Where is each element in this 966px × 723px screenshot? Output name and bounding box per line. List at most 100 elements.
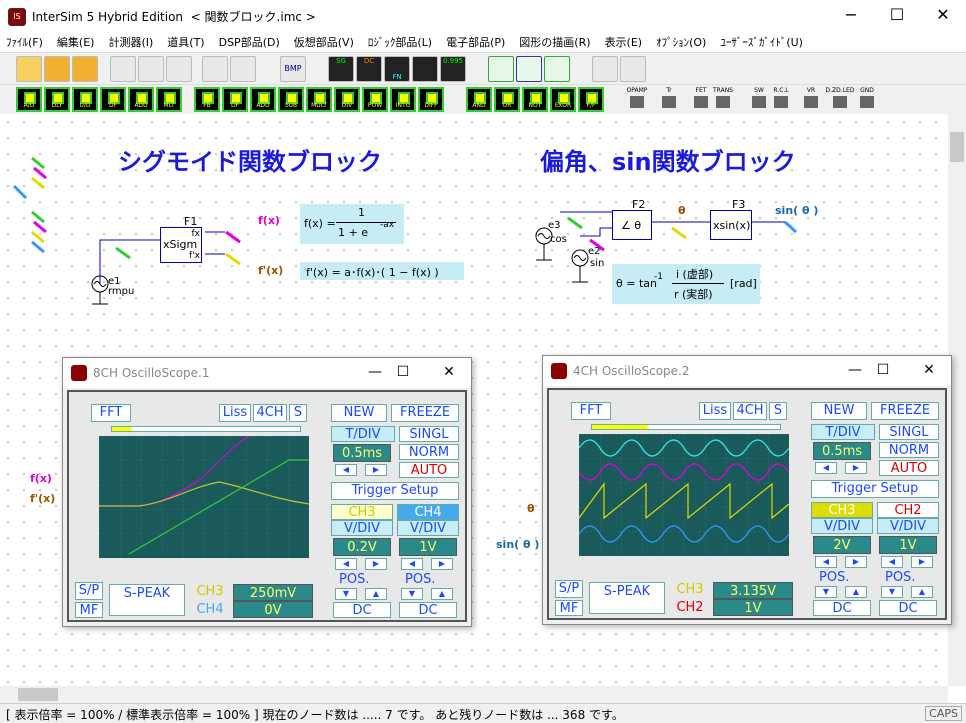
osc2-new-button[interactable]: NEW	[811, 402, 867, 420]
new-file-icon[interactable]	[16, 56, 42, 82]
osc1-maximize-button[interactable]: ☐	[391, 364, 415, 380]
osc2-time-slider[interactable]	[591, 424, 781, 430]
counter-icon[interactable]: 0.995	[440, 56, 466, 82]
ad-block-button[interactable]: A/D	[16, 87, 42, 112]
osc1-tdiv-left-arrow-icon[interactable]: ◀	[335, 464, 357, 476]
sin-block[interactable]: xsin(x)	[710, 210, 752, 240]
cut-icon[interactable]	[110, 56, 136, 82]
menu-edit[interactable]: 編集(E)	[57, 34, 95, 50]
pencil-icon[interactable]	[544, 56, 570, 82]
mlt-block-button[interactable]: MLT	[156, 87, 182, 112]
osc1-auto-button[interactable]: AUTO	[399, 462, 459, 478]
osc1-4ch-button[interactable]: 4CH	[253, 404, 287, 422]
maximize-button[interactable]: ☐	[874, 0, 920, 32]
osc1-trigger-setup-button[interactable]: Trigger Setup	[331, 482, 459, 500]
menu-tools[interactable]: 道具(T)	[167, 34, 204, 50]
df2-block-button[interactable]: DF	[222, 87, 248, 112]
menu-guide[interactable]: ﾕｰｻﾞｰｽﾞｶﾞｲﾄﾞ(U)	[720, 34, 803, 50]
osc2-pos-b-up-arrow-icon[interactable]: ▲	[911, 586, 933, 598]
opamp-button[interactable]: OPAMP	[622, 87, 652, 113]
function-generator-icon[interactable]: FN	[384, 56, 410, 82]
oscilloscope-8ch-window[interactable]: 8CH OscilloScope.1 — ☐ ✕ FFT Liss 4CH S …	[62, 357, 472, 627]
intg-block-button[interactable]: INTG	[390, 87, 416, 112]
osc1-norm-button[interactable]: NORM	[399, 444, 459, 460]
menu-electronic[interactable]: 電子部品(P)	[446, 34, 505, 50]
osc2-tdiv-right-arrow-icon[interactable]: ▶	[845, 462, 867, 474]
menu-draw[interactable]: 図形の描画(R)	[519, 34, 590, 50]
osc1-minimize-button[interactable]: —	[363, 364, 387, 380]
osc1-vdiv-b-right-arrow-icon[interactable]: ▶	[431, 558, 453, 570]
osc1-liss-button[interactable]: Liss	[219, 404, 251, 422]
osc2-vdiv-a-right-arrow-icon[interactable]: ▶	[845, 556, 867, 568]
menu-dsp[interactable]: DSP部品(D)	[219, 34, 280, 50]
osc1-speak-button[interactable]: S-PEAK	[109, 584, 185, 616]
sub-block-button[interactable]: SUB	[278, 87, 304, 112]
osc1-pos-b-down-arrow-icon[interactable]: ▼	[401, 588, 423, 600]
osc1-tdiv-right-arrow-icon[interactable]: ▶	[365, 464, 387, 476]
osc1-pos-a-up-arrow-icon[interactable]: ▲	[365, 588, 387, 600]
osc1-fft-button[interactable]: FFT	[91, 404, 131, 422]
transformer-button[interactable]: TRANS	[708, 87, 738, 113]
copy-icon[interactable]	[138, 56, 164, 82]
flipflop-button[interactable]: F/F	[578, 87, 604, 112]
zoom-icon[interactable]	[620, 56, 646, 82]
oscilloscope-icon[interactable]	[412, 56, 438, 82]
pow-block-button[interactable]: POW	[362, 87, 388, 112]
osc2-cha-button[interactable]: CH3	[811, 502, 873, 518]
transistor-button[interactable]: Tr	[654, 87, 684, 113]
osc1-pos-b-up-arrow-icon[interactable]: ▲	[431, 588, 453, 600]
osc2-pos-a-up-arrow-icon[interactable]: ▲	[845, 586, 867, 598]
osc1-cha-button[interactable]: CH3	[331, 504, 393, 520]
osc1-sp-button[interactable]: S/P	[75, 582, 103, 600]
osc1-new-button[interactable]: NEW	[331, 404, 387, 422]
oscilloscope-4ch-window[interactable]: 4CH OscilloScope.2 — ☐ ✕ FFT Liss 4CH S …	[542, 355, 952, 625]
probe-blue-icon[interactable]	[516, 56, 542, 82]
osc2-vdiv-a-left-arrow-icon[interactable]: ◀	[815, 556, 837, 568]
close-button[interactable]: ✕	[920, 0, 966, 32]
menu-file[interactable]: ﾌｧｲﾙ(F)	[6, 34, 43, 50]
div-block-button[interactable]: DIV	[334, 87, 360, 112]
redo-icon[interactable]	[230, 56, 256, 82]
fb-block-button[interactable]: FB	[194, 87, 220, 112]
diff-block-button[interactable]: DIFF	[418, 87, 444, 112]
sigmoid-block[interactable]: xSigm fx f'x	[160, 227, 202, 263]
osc1-s-button[interactable]: S	[289, 404, 307, 422]
rcl-button[interactable]: R.C.L	[766, 87, 796, 113]
osc2-freeze-button[interactable]: FREEZE	[871, 402, 939, 420]
angle-block[interactable]: ∠ θ	[612, 210, 652, 240]
osc2-pos-a-down-arrow-icon[interactable]: ▼	[815, 586, 837, 598]
or-gate-button[interactable]: OR	[494, 87, 520, 112]
df-block-button[interactable]: DF	[100, 87, 126, 112]
horizontal-scrollbar[interactable]	[0, 686, 948, 703]
save-file-icon[interactable]	[72, 56, 98, 82]
open-file-icon[interactable]	[44, 56, 70, 82]
menu-virtual[interactable]: 仮想部品(V)	[294, 34, 354, 50]
probe-green-icon[interactable]	[488, 56, 514, 82]
osc2-tdiv-left-arrow-icon[interactable]: ◀	[815, 462, 837, 474]
exor-gate-button[interactable]: ExOR	[550, 87, 576, 112]
osc1-vdiv-a-right-arrow-icon[interactable]: ▶	[365, 558, 387, 570]
osc2-maximize-button[interactable]: ☐	[871, 362, 895, 378]
osc2-dc-a-button[interactable]: DC	[813, 600, 871, 616]
menu-logic[interactable]: ﾛｼﾞｯｸ部品(L)	[368, 34, 432, 50]
osc2-liss-button[interactable]: Liss	[699, 402, 731, 420]
osc1-close-button[interactable]: ✕	[437, 364, 461, 380]
signal-generator-icon[interactable]: SG	[328, 56, 354, 82]
mult-block-button[interactable]: MULT	[306, 87, 332, 112]
ud-block-button[interactable]: U/D	[72, 87, 98, 112]
osc2-pos-b-down-arrow-icon[interactable]: ▼	[881, 586, 903, 598]
print-icon[interactable]	[592, 56, 618, 82]
osc2-vdiv-b-left-arrow-icon[interactable]: ◀	[881, 556, 903, 568]
dly-block-button[interactable]: DLY	[44, 87, 70, 112]
osc2-auto-button[interactable]: AUTO	[879, 460, 939, 476]
add-block-button[interactable]: ADD	[128, 87, 154, 112]
and-gate-button[interactable]: AND	[466, 87, 492, 112]
osc2-singl-button[interactable]: SINGL	[879, 424, 939, 440]
menu-options[interactable]: ｵﾌﾟｼｮﾝ(O)	[656, 34, 706, 50]
osc2-vdiv-b-right-arrow-icon[interactable]: ▶	[911, 556, 933, 568]
osc2-4ch-button[interactable]: 4CH	[733, 402, 767, 420]
osc2-sp-button[interactable]: S/P	[555, 580, 583, 598]
osc2-chb-button[interactable]: CH2	[877, 502, 939, 518]
osc1-time-slider[interactable]	[111, 426, 301, 432]
osc1-singl-button[interactable]: SINGL	[399, 426, 459, 442]
